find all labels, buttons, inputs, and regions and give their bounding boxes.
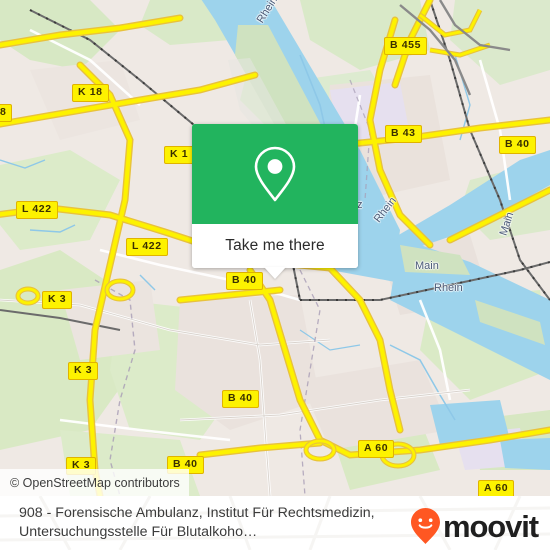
water-label: Rhein [434, 282, 463, 294]
road-shield: B 40 [226, 272, 263, 290]
road-shield: L 422 [16, 201, 58, 219]
take-me-there-button[interactable]: Take me there [225, 237, 325, 255]
road-shield: K 3 [68, 362, 99, 380]
osm-attribution[interactable]: © OpenStreetMap contributors [0, 469, 189, 496]
station-title: 908 - Forensische Ambulanz, Institut Für… [19, 504, 375, 541]
road-shield: A 60 [358, 440, 395, 458]
moovit-wordmark: moovit [442, 508, 539, 544]
road-shield: 8 [0, 104, 13, 122]
road-shield: K 18 [72, 84, 109, 102]
callout-image-area [192, 124, 358, 224]
road-shield: L 422 [126, 238, 168, 256]
road-shield: K 1 [164, 146, 195, 164]
callout-action-area[interactable]: Take me there [192, 224, 358, 279]
moovit-pin-icon [410, 508, 440, 544]
osm-attribution-text: © OpenStreetMap contributors [10, 475, 180, 490]
station-callout[interactable]: Take me there [192, 124, 358, 279]
moovit-logo[interactable]: moovit [409, 507, 539, 545]
road-shield: B 40 [499, 136, 536, 154]
map-pin-icon [254, 146, 296, 202]
road-shield: K 3 [42, 291, 73, 309]
road-shield: B 43 [385, 125, 422, 143]
callout-tail [264, 267, 286, 279]
card-footer: 908 - Forensische Ambulanz, Institut Für… [0, 496, 550, 550]
road-shield: B 455 [384, 37, 428, 55]
road-shield: B 40 [222, 390, 259, 408]
water-label: Main [415, 260, 439, 272]
moovit-station-card: K 18 8 K 1L 422 L 422 K 3K 3K 3B 40 B 40 B 40 B… [0, 0, 550, 550]
road-shield: A 60 [478, 480, 515, 496]
map-canvas[interactable]: K 18 8 K 1L 422 L 422 K 3K 3K 3B 40 B 40 B 40 B… [0, 0, 550, 496]
